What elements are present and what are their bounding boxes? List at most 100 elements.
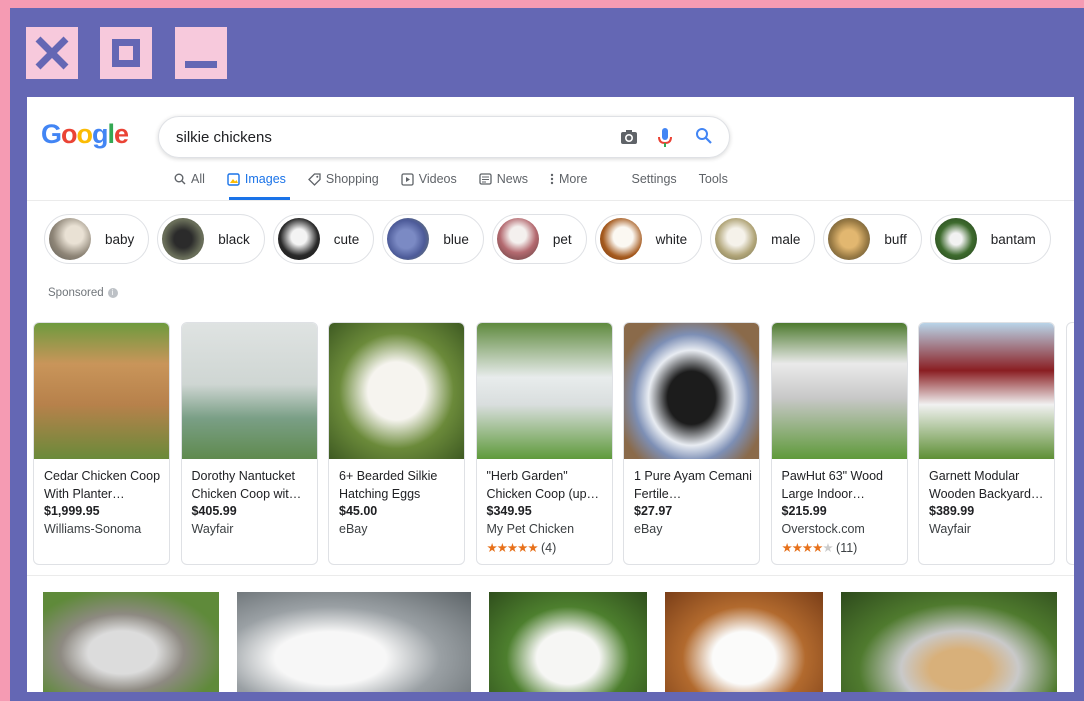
product-price: $45.00 [339, 504, 378, 518]
tab-label: Images [244, 172, 286, 186]
product-card[interactable]: Cedar Chicken Coop With Planter… $1,999.… [33, 322, 170, 565]
star-rating-icon: ★★★★★ [486, 541, 539, 555]
tab-label: Settings [631, 172, 677, 186]
browser-page: Google silkie chickens All Images Shoppi… [27, 97, 1074, 692]
chip-thumbnail [496, 218, 539, 260]
google-logo[interactable]: Google [41, 119, 129, 150]
product-store: eBay [339, 522, 368, 536]
sponsored-label: Sponsored i [48, 287, 118, 299]
product-title: 6+ Bearded Silkie Hatching Eggs [339, 469, 438, 501]
chip-label: black [218, 231, 250, 247]
product-card[interactable]: Dorothy Nantucket Chicken Coop wit… $405… [180, 322, 318, 565]
close-button[interactable] [26, 27, 78, 79]
divider [27, 575, 1074, 576]
image-result[interactable] [665, 592, 823, 692]
chip-thumbnail [715, 218, 758, 260]
product-price: $215.99 [781, 504, 827, 518]
play-icon [401, 172, 414, 186]
product-title: Dorothy Nantucket Chicken Coop wit… [191, 469, 302, 501]
product-store: Wayfair [191, 522, 234, 536]
chip-label: male [771, 231, 801, 247]
tab-shopping[interactable]: Shopping [307, 170, 379, 188]
camera-icon[interactable] [619, 127, 639, 152]
chip-black[interactable]: black [157, 214, 265, 264]
product-image [624, 323, 759, 459]
tab-more[interactable]: More [550, 170, 587, 188]
news-icon [479, 173, 492, 185]
minimize-icon [185, 61, 217, 68]
chip-thumbnail [934, 218, 977, 260]
chip-baby[interactable]: baby [44, 214, 150, 264]
maximize-icon [112, 39, 140, 67]
search-tabs: All Images Shopping Videos News More Set… [174, 170, 750, 188]
chip-pet[interactable]: pet [491, 214, 587, 264]
shopping-results: Cedar Chicken Coop With Planter… $1,999.… [33, 322, 1074, 565]
tab-videos[interactable]: Videos [401, 170, 457, 188]
product-card[interactable]: 6+ Bearded Silkie Hatching Eggs $45.00 e… [328, 322, 465, 565]
product-title: Garnett Modular Wooden Backyard… [929, 469, 1044, 501]
image-result[interactable] [841, 592, 1057, 692]
tab-images[interactable]: Images [227, 170, 286, 188]
chip-thumbnail [277, 218, 320, 260]
search-box[interactable]: silkie chickens [158, 116, 730, 158]
tab-label: More [559, 172, 588, 186]
tab-news[interactable]: News [479, 170, 528, 188]
chip-label: white [655, 231, 688, 247]
info-icon[interactable]: i [107, 288, 118, 298]
app-window-frame: Google silkie chickens All Images Shoppi… [10, 8, 1084, 701]
minimize-button[interactable] [175, 27, 227, 79]
chip-white[interactable]: white [594, 214, 703, 264]
tab-settings[interactable]: Settings [631, 170, 676, 188]
maximize-button[interactable] [100, 27, 152, 79]
related-searches-chips: baby black cute blue pet white male buff… [44, 214, 1059, 264]
chip-thumbnail [49, 218, 91, 260]
image-icon [227, 172, 240, 186]
product-title: 1 Pure Ayam Cemani Fertile… [634, 469, 752, 501]
product-price: $349.95 [486, 504, 532, 518]
image-result[interactable] [237, 592, 471, 692]
rating-count: (11) [836, 541, 858, 555]
search-input[interactable]: silkie chickens [176, 129, 272, 146]
product-card[interactable]: 1 Pure Ayam Cemani Fertile… $27.97 eBay [623, 322, 760, 565]
chip-thumbnail [387, 218, 430, 260]
microphone-icon[interactable] [657, 127, 673, 154]
sponsored-text: Sponsored [48, 287, 104, 299]
product-card-partial[interactable] [1065, 322, 1074, 565]
rating-count: (4) [541, 541, 557, 555]
product-image [34, 323, 169, 459]
product-image [181, 323, 317, 459]
chip-label: cute [333, 231, 360, 247]
product-image [476, 323, 612, 459]
chip-label: baby [105, 231, 135, 247]
tab-all[interactable]: All [174, 170, 205, 188]
product-title: "Herb Garden" Chicken Coop (up… [486, 469, 600, 501]
chip-buff[interactable]: buff [823, 214, 922, 264]
product-rating: ★★★★★ (4) [487, 540, 557, 555]
divider [27, 200, 1074, 201]
image-result[interactable] [489, 592, 647, 692]
product-image [771, 323, 907, 459]
product-card[interactable]: PawHut 63" Wood Large Indoor… $215.99 Ov… [770, 322, 908, 565]
chip-thumbnail [828, 218, 871, 260]
tab-tools[interactable]: Tools [699, 170, 728, 188]
chip-male[interactable]: male [710, 214, 816, 264]
more-vertical-icon [550, 173, 554, 185]
product-store: Wayfair [929, 522, 971, 536]
product-price: $405.99 [191, 504, 237, 518]
search-icon [174, 173, 186, 185]
star-rating-icon: ★★★★★ [781, 541, 834, 555]
product-price: $1,999.95 [44, 504, 100, 518]
chip-label: pet [552, 231, 572, 247]
image-result[interactable] [43, 592, 219, 692]
chip-cute[interactable]: cute [272, 214, 375, 264]
chip-thumbnail [162, 218, 205, 260]
product-store: Overstock.com [781, 522, 865, 536]
search-icon[interactable] [695, 127, 713, 150]
chip-blue[interactable]: blue [382, 214, 484, 264]
product-title: PawHut 63" Wood Large Indoor… [781, 469, 883, 501]
tag-icon [307, 172, 321, 186]
tab-label: Tools [698, 172, 728, 186]
product-card[interactable]: "Herb Garden" Chicken Coop (up… $349.95 … [475, 322, 613, 565]
chip-bantam[interactable]: bantam [929, 214, 1051, 264]
product-card[interactable]: Garnett Modular Wooden Backyard… $389.99… [918, 322, 1055, 565]
